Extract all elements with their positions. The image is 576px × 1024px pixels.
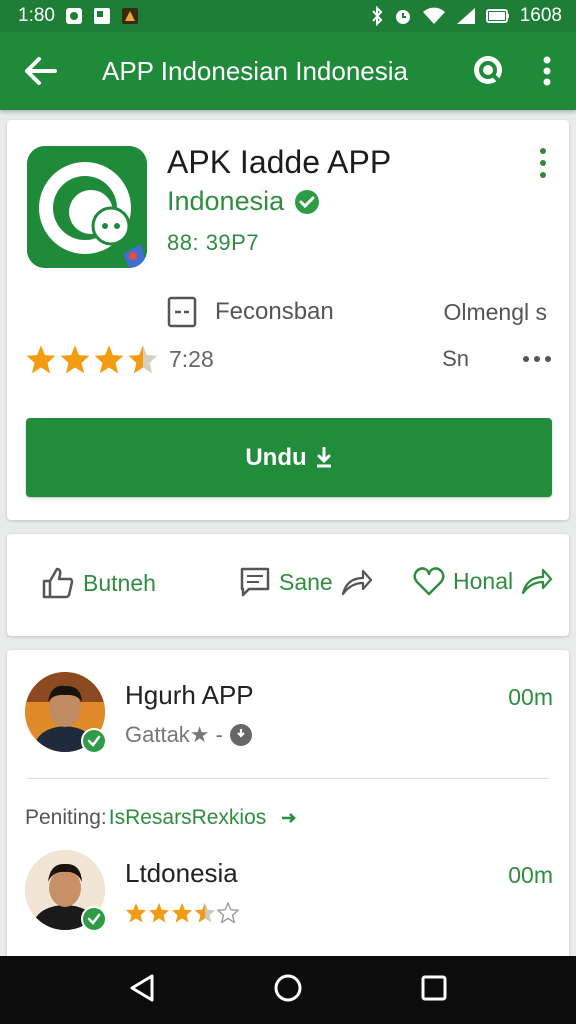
divider — [27, 778, 549, 779]
star-icon — [148, 902, 170, 923]
comment-label: Sane — [279, 568, 333, 595]
star-icon — [125, 902, 147, 923]
install-button[interactable]: Undu — [26, 418, 552, 497]
verified-badge-icon — [81, 906, 107, 932]
arrow-right-icon[interactable] — [278, 811, 302, 825]
battery-icon — [485, 8, 510, 24]
overflow-menu-button[interactable] — [518, 32, 576, 110]
star-icon — [171, 902, 193, 923]
reviewer-name: Hgurh APP — [125, 680, 254, 710]
app-version: 88: 39P7 — [167, 230, 260, 255]
app-name: APK Iadde APP — [167, 144, 392, 180]
search-icon — [474, 56, 502, 84]
card-overflow-dot — [540, 172, 546, 178]
install-button-label: Undu — [245, 443, 307, 471]
battery-level: 1608 — [519, 5, 562, 26]
nav-back-button[interactable] — [128, 973, 156, 1008]
favorite-label: Honal — [453, 567, 514, 594]
app-category: Feconsban — [215, 298, 334, 325]
status-time: 1:80 — [18, 5, 55, 26]
review-time: 00m — [508, 684, 553, 710]
circle-home-icon — [274, 974, 302, 1001]
app-notification-icon — [121, 7, 139, 25]
thumb-up-icon — [42, 567, 74, 599]
pending-row: Peniting: IsResarsRexkios — [25, 806, 302, 830]
signal-icon — [456, 7, 476, 25]
download-icon — [316, 446, 331, 467]
app-language: Olmengl s — [443, 298, 547, 325]
star-half-icon — [128, 345, 158, 374]
nav-home-button[interactable] — [273, 973, 303, 1008]
verified-badge-icon — [81, 728, 107, 754]
meta-row: Feconsban Olmengl s — [167, 296, 547, 328]
star-half-icon — [194, 902, 216, 923]
star-icon — [60, 345, 90, 374]
arrow-left-icon — [25, 57, 57, 85]
rating-value: 7:28 — [169, 345, 214, 372]
review-time: 00m — [508, 862, 553, 888]
reviews-card: Hgurh APP 00m Gattak★ - Peniting: IsResa… — [7, 650, 569, 960]
search-button[interactable] — [460, 32, 518, 110]
comment-icon — [240, 567, 270, 597]
pending-link[interactable]: IsResarsRexkios — [109, 806, 267, 830]
triangle-back-icon — [130, 974, 154, 1001]
pending-label: Peniting: — [25, 806, 107, 829]
share-icon — [522, 568, 553, 595]
dot — [534, 356, 540, 362]
square-recents-icon — [421, 975, 447, 1000]
notification-icon — [65, 7, 83, 25]
system-nav-bar — [0, 956, 576, 1024]
page-title: APP Indonesian Indonesia — [102, 55, 408, 86]
favorite-action[interactable]: Honal — [413, 566, 553, 596]
avatar[interactable] — [25, 850, 107, 932]
app-details-card: APK Iadde APP Indonesia 88: 39P7 Feconsb… — [7, 120, 569, 520]
card-overflow-button[interactable] — [531, 148, 555, 178]
category-icon — [167, 296, 197, 328]
app-size: Sn — [442, 346, 469, 371]
like-action[interactable]: Butneh — [41, 566, 156, 600]
nav-recents-button[interactable] — [420, 974, 448, 1007]
status-bar: 1:80 1608 — [0, 0, 576, 32]
check-badge-icon — [295, 189, 320, 214]
comment-action[interactable]: Sane — [239, 566, 373, 598]
wifi-icon — [422, 7, 446, 25]
like-label: Butneh — [83, 569, 156, 596]
developer-row[interactable]: Indonesia — [167, 186, 320, 217]
review-subtitle: Gattak★ - — [125, 722, 223, 747]
bluetooth-icon — [370, 6, 384, 26]
dot — [523, 356, 529, 362]
app-bar: APP Indonesian Indonesia — [0, 32, 576, 110]
review-subtitle-row: Gattak★ - — [125, 722, 253, 748]
status-left: 1:80 — [18, 5, 139, 27]
developer-name[interactable]: Indonesia — [167, 186, 284, 217]
card-overflow-dot — [540, 148, 546, 154]
share-icon — [341, 569, 372, 596]
review-stars — [125, 902, 239, 923]
star-icon — [26, 345, 56, 374]
more-dots-icon[interactable] — [523, 356, 551, 362]
more-vert-icon — [543, 56, 551, 86]
info-icon[interactable] — [229, 723, 253, 747]
app-logo — [27, 146, 147, 268]
actions-card: Butneh Sane Honal — [7, 534, 569, 636]
avatar[interactable] — [25, 672, 107, 754]
dot — [545, 356, 551, 362]
back-button[interactable] — [0, 32, 80, 110]
rating-row: 7:28 Sn — [25, 344, 551, 374]
star-empty-icon — [217, 902, 239, 923]
alarm-icon — [394, 7, 412, 25]
reviewer-name: Ltdonesia — [125, 858, 238, 888]
heart-icon — [413, 567, 445, 596]
rating-stars — [25, 344, 159, 374]
star-icon — [94, 345, 124, 374]
image-notification-icon — [93, 7, 111, 25]
card-overflow-dot — [540, 160, 546, 166]
status-right: 1608 — [370, 5, 562, 27]
